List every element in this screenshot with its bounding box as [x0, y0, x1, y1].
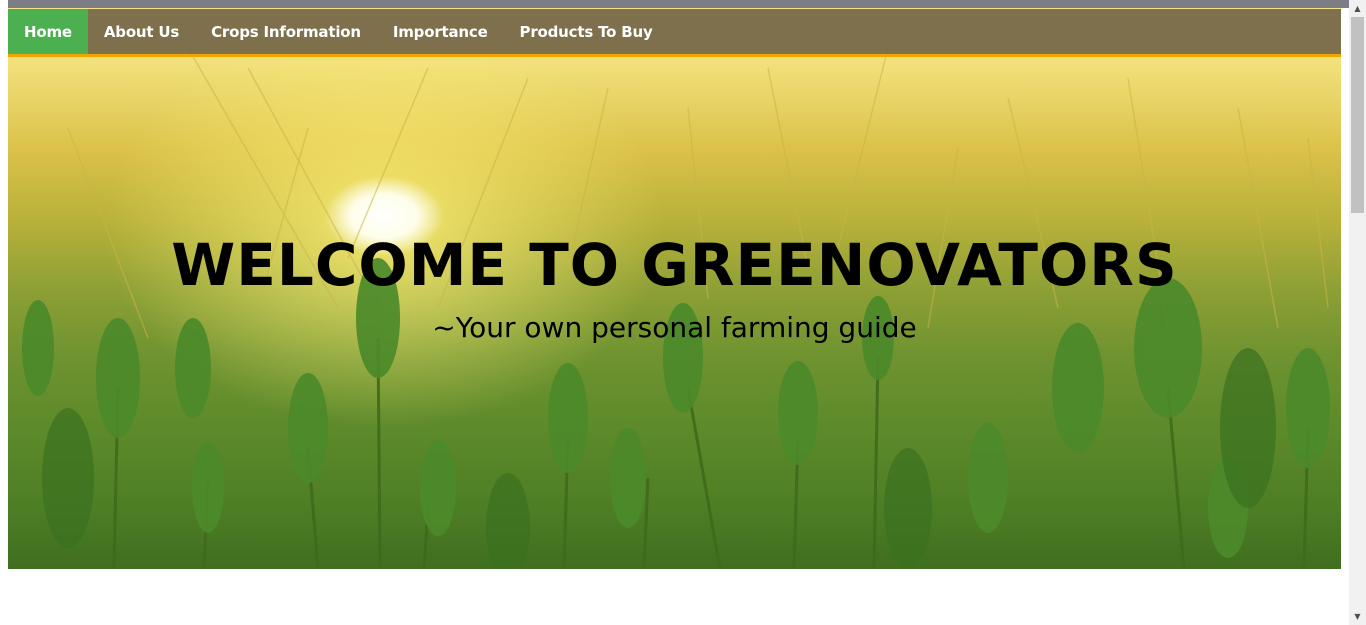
- nav-importance[interactable]: Importance: [377, 9, 504, 54]
- hero-title: WELCOME TO GREENOVATORS: [171, 231, 1178, 299]
- page-scrollbar[interactable]: ▲ ▼: [1349, 0, 1366, 625]
- scroll-down-arrow-icon[interactable]: ▼: [1349, 608, 1366, 625]
- nav-products-to-buy[interactable]: Products To Buy: [504, 9, 669, 54]
- top-navbar: Home About Us Crops Information Importan…: [8, 9, 1341, 57]
- nav-crops-information[interactable]: Crops Information: [195, 9, 377, 54]
- page-left-margin: [0, 0, 8, 569]
- browser-top-edge: [0, 0, 1349, 8]
- nav-home[interactable]: Home: [8, 9, 88, 54]
- hero-subtitle: ~Your own personal farming guide: [432, 311, 917, 344]
- scroll-up-arrow-icon[interactable]: ▲: [1349, 0, 1366, 17]
- nav-about-us[interactable]: About Us: [88, 9, 195, 54]
- scrollbar-thumb[interactable]: [1351, 17, 1364, 213]
